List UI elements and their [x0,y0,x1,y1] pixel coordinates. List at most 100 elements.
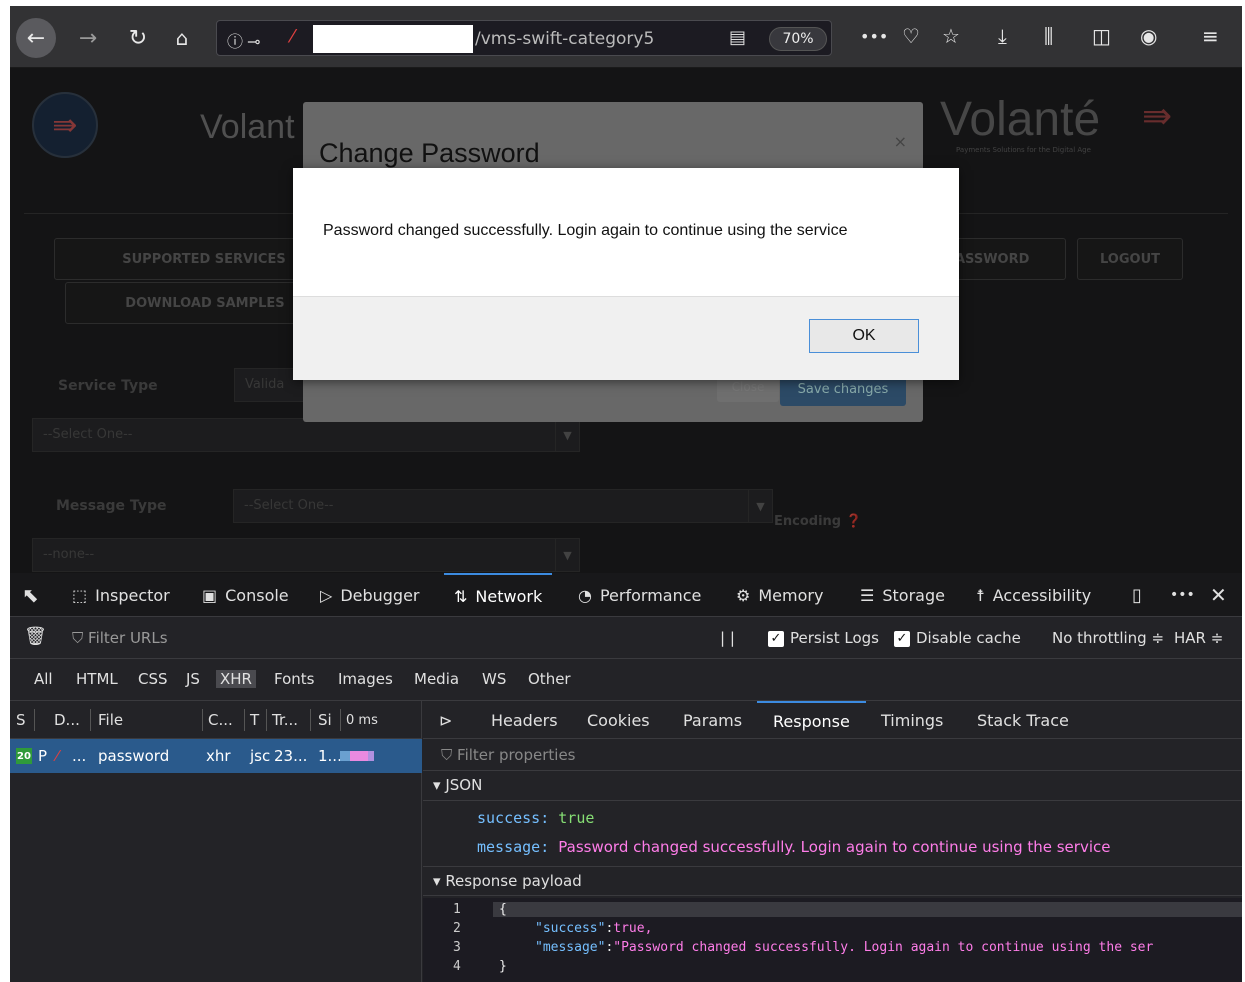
type-filter-other[interactable]: Other [524,670,575,688]
reload-icon[interactable]: ↻ [118,18,158,58]
code-line: 3 "message":"Password changed successful… [423,940,1242,959]
close-devtools-icon[interactable]: ✕ [1210,573,1227,617]
column-size[interactable]: Si [318,711,332,729]
web-page: ⇛ Volant Volanté ⇛ Payments Solutions fo… [10,68,1242,573]
pause-icon[interactable]: | | [720,629,735,647]
account-icon[interactable]: ◉ [1140,24,1157,48]
persist-logs-label: Persist Logs [790,629,879,647]
network-icon: ⇅ [454,586,468,606]
type-filter-images[interactable]: Images [334,670,397,688]
devtools-tabbar: ⬉ ⬚ Inspector ▣ Console ▷ Debugger ⇅ Network… [10,573,1242,617]
trash-icon[interactable]: 🗑 [24,626,47,647]
url-bar[interactable]: ⓘ⊸ ⁄ /vms-swift-category5 ▤ 70% [216,20,832,56]
redacted-url-part [313,25,473,53]
code-key: "message" [535,940,606,955]
alert-dialog: Password changed successfully. Login aga… [293,168,959,380]
home-icon[interactable]: ⌂ [162,18,202,58]
column-transferred[interactable]: Tr... [272,711,298,729]
column-separator [340,709,341,731]
line-number: 3 [453,940,461,955]
json-success-row: success: true [477,809,594,827]
responsive-mode-icon[interactable]: ▯ [1132,573,1142,617]
column-waterfall[interactable]: 0 ms [346,713,378,728]
type-filter-media[interactable]: Media [410,670,463,688]
zoom-indicator[interactable]: 70% [769,27,827,51]
column-separator [202,709,203,731]
tab-cookies[interactable]: Cookies [571,701,666,739]
disable-cache-checkbox[interactable]: ✓ Disable cache [894,629,1021,647]
sidebar-icon[interactable]: ◫ [1092,24,1111,48]
tab-stack-trace[interactable]: Stack Trace [961,701,1085,739]
tab-response[interactable]: Response [757,701,866,739]
ellipsis-icon[interactable]: ••• [1170,573,1195,617]
hamburger-menu-icon[interactable]: ≡ [1202,24,1219,48]
json-section-header[interactable]: ▾ JSON [423,771,1242,801]
back-icon[interactable]: ← [16,18,56,58]
library-icon[interactable]: ⫼ [1044,24,1053,48]
code-line: 2 "success":true, [423,921,1242,940]
star-icon[interactable]: ☆ [942,24,960,48]
table-row[interactable]: 20 P ⁄ ... password xhr jsc 23... 1... [10,739,422,773]
ok-button[interactable]: OK [809,319,919,353]
url-text: /vms-swift-category5 [475,29,655,49]
type-filter-html[interactable]: HTML [72,670,122,688]
tab-timings[interactable]: Timings [865,701,959,739]
reader-view-icon[interactable]: ▤ [729,27,746,48]
tab-debugger[interactable]: ▷ Debugger [320,573,420,617]
tab-headers[interactable]: Headers [475,701,574,739]
request-file: password [98,747,170,765]
column-cause[interactable]: C... [208,711,233,729]
tab-network[interactable]: ⇅ Network [444,573,553,617]
tab-params[interactable]: Params [667,701,758,739]
persist-logs-checkbox[interactable]: ✓ Persist Logs [768,629,879,647]
tab-storage[interactable]: ☰ Storage [860,573,945,617]
tab-console[interactable]: ▣ Console [202,573,289,617]
type-filter-fonts[interactable]: Fonts [270,670,318,688]
filter-properties-placeholder: Filter properties [457,746,576,764]
devtools-panel: ⬉ ⬚ Inspector ▣ Console ▷ Debugger ⇅ Network… [10,573,1242,982]
column-type[interactable]: T [250,711,259,729]
filter-urls-input[interactable]: ⛉ Filter URLs [72,629,168,647]
json-value: Password changed successfully. Login aga… [558,838,1111,856]
line-number: 1 [453,902,461,917]
waterfall-bar [350,751,368,761]
type-filter-js[interactable]: JS [182,670,204,688]
payload-section-header[interactable]: ▾ Response payload [423,866,1242,896]
tab-label: Memory [758,585,824,605]
column-status[interactable]: S [16,711,26,729]
element-picker-icon[interactable]: ⬉ [22,573,39,617]
tab-performance[interactable]: ◔ Performance [578,573,701,617]
request-cause: xhr [206,747,231,765]
download-icon[interactable]: ⤓ [998,24,1007,48]
filter-properties-input[interactable]: ⛉ Filter properties [423,739,1242,771]
modal-title: Change Password [319,138,540,168]
filter-icon: ⛉ [441,746,458,764]
network-filter-bar: 🗑 ⛉ Filter URLs | | ✓ Persist Logs ✓ Disab… [10,617,1242,659]
tab-inspector[interactable]: ⬚ Inspector [72,573,170,617]
tab-memory[interactable]: ⚙ Memory [736,573,823,617]
tab-accessibility[interactable]: ☨ Accessibility [976,573,1091,617]
line-number: 4 [453,959,461,974]
column-separator [266,709,267,731]
throttling-select[interactable]: No throttling ≑ [1052,629,1164,647]
type-filter-css[interactable]: CSS [134,670,172,688]
response-payload-editor[interactable]: 1 { 2 "success":true, 3 "message":"Passw… [423,898,1242,982]
forward-icon[interactable]: → [68,18,108,58]
type-filter-all[interactable]: All [30,670,57,688]
type-filter-ws[interactable]: WS [478,670,510,688]
column-file[interactable]: File [98,711,123,729]
details-tabbar: ⊳ Headers Cookies Params Response Timing… [423,701,1242,739]
column-domain[interactable]: D... [54,711,80,729]
close-icon[interactable]: × [894,132,907,151]
site-info-icon[interactable]: ⓘ⊸ [227,28,264,52]
ellipsis-icon[interactable]: ••• [860,27,888,46]
tab-label: Network [475,586,543,606]
type-filter-xhr[interactable]: XHR [216,670,256,688]
toggle-panel-icon[interactable]: ⊳ [423,701,468,739]
inspector-icon: ⬚ [72,585,88,605]
tab-label: Debugger [340,585,420,605]
alert-message: Password changed successfully. Login aga… [323,222,848,239]
har-menu[interactable]: HAR ≑ [1174,629,1223,647]
pocket-icon[interactable]: ♡ [902,24,920,48]
json-section-label: JSON [445,776,483,794]
